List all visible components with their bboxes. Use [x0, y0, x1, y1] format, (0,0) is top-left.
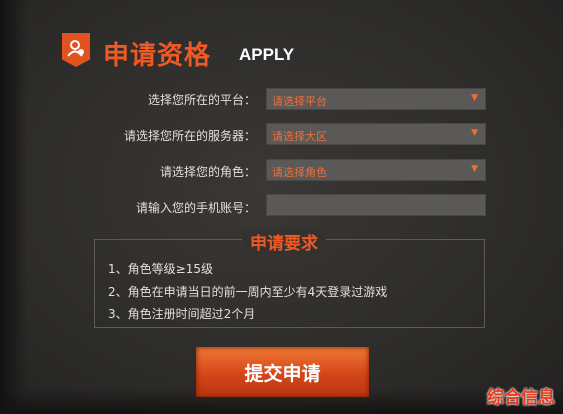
- character-label: 请选择您的角色：: [159, 165, 256, 179]
- dropdown-arrow-icon: ▼: [471, 164, 478, 174]
- server-label: 请选择您所在的服务器：: [123, 129, 256, 143]
- page-title-english: APPLY: [239, 45, 295, 64]
- submit-application-button[interactable]: 提交申请: [196, 347, 369, 397]
- phone-label: 请输入您的手机账号：: [135, 201, 256, 215]
- requirement-item: 3、角色注册时间超过2个月: [108, 307, 256, 321]
- requirement-item: 2、角色在申请当日的前一周内至少有4天登录过游戏: [108, 285, 388, 299]
- server-select[interactable]: 请选择大区 ▼: [266, 123, 486, 145]
- character-select[interactable]: 请选择角色 ▼: [266, 159, 486, 181]
- dropdown-arrow-icon: ▼: [471, 128, 478, 138]
- dropdown-arrow-icon: ▼: [471, 93, 478, 103]
- platform-select-value: 请选择平台: [272, 95, 327, 108]
- platform-select[interactable]: 请选择平台 ▼: [266, 88, 486, 110]
- phone-input[interactable]: [266, 194, 486, 216]
- torn-edge-decoration: [0, 0, 28, 414]
- platform-label: 选择您所在的平台：: [147, 93, 256, 107]
- requirements-title: 申请要求: [242, 229, 326, 254]
- page-title: 申请资格: [103, 41, 212, 71]
- watermark: 综合信息: [487, 388, 555, 408]
- requirement-item: 1、角色等级≥15级: [108, 262, 213, 276]
- server-select-value: 请选择大区: [272, 130, 327, 143]
- character-select-value: 请选择角色: [272, 166, 327, 179]
